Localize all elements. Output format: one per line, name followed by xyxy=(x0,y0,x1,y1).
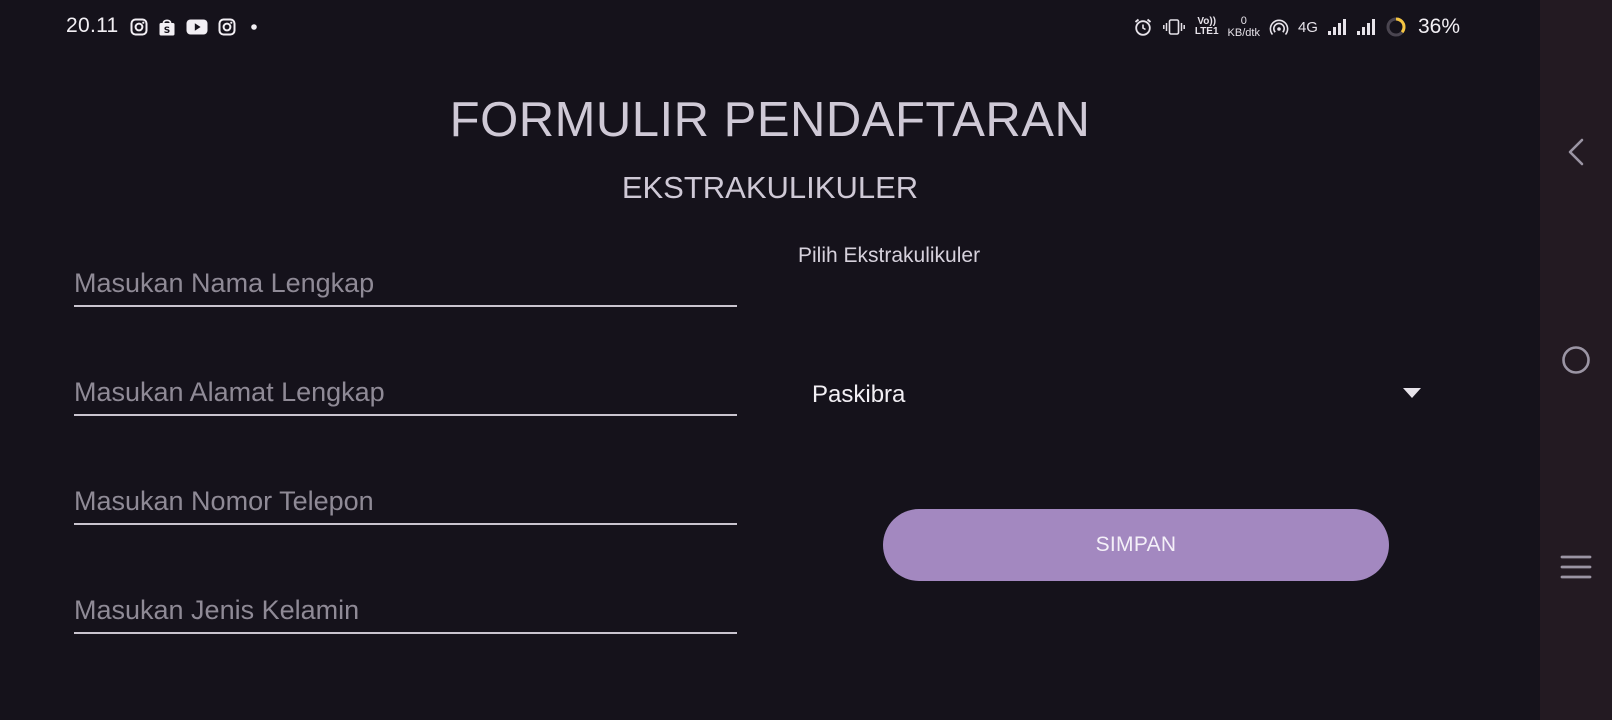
home-button[interactable] xyxy=(1540,330,1612,390)
system-status-icons: Vo)) LTE1 0 KB/dtk 4G 36% xyxy=(1133,12,1460,42)
hotspot-icon xyxy=(1269,17,1289,37)
instagram-icon xyxy=(218,18,236,36)
name-input[interactable] xyxy=(74,247,737,305)
extracurricular-label: Pilih Ekstrakulikuler xyxy=(798,244,981,267)
address-field xyxy=(74,356,737,416)
dot-icon xyxy=(246,19,262,35)
extracurricular-dropdown[interactable]: Paskibra xyxy=(798,364,1448,426)
dropdown-selected-value: Paskibra xyxy=(812,381,906,408)
status-time: 20.11 xyxy=(66,14,119,37)
phone-input[interactable] xyxy=(74,465,737,523)
signal-icon xyxy=(1327,18,1347,36)
alarm-icon xyxy=(1133,17,1153,37)
status-bar: 20.11 S Vo)) LTE1 0 KB/dtk 4G 36% xyxy=(0,0,1540,54)
battery-percent: 36% xyxy=(1417,15,1460,38)
back-button[interactable] xyxy=(1540,122,1612,182)
volte-indicator: Vo)) LTE1 xyxy=(1195,17,1219,37)
notification-icons: S xyxy=(130,16,262,38)
vibrate-icon xyxy=(1162,17,1186,37)
gender-input[interactable] xyxy=(74,574,737,632)
form-subtitle: EKSTRAKULIKULER xyxy=(621,170,919,205)
back-icon xyxy=(1564,137,1588,167)
app-content: 20.11 S Vo)) LTE1 0 KB/dtk 4G 36% FORMUL… xyxy=(0,0,1540,720)
screen: 20.11 S Vo)) LTE1 0 KB/dtk 4G 36% FORMUL… xyxy=(0,0,1612,720)
youtube-icon xyxy=(186,19,208,35)
address-input[interactable] xyxy=(74,356,737,414)
svg-text:S: S xyxy=(164,26,170,36)
signal-icon xyxy=(1356,18,1376,36)
recents-icon xyxy=(1560,553,1592,581)
phone-field xyxy=(74,465,737,525)
shopee-bag-icon: S xyxy=(158,17,176,37)
home-icon xyxy=(1560,344,1592,376)
network-speed: 0 KB/dtk xyxy=(1228,15,1260,39)
network-speed-value: 0 xyxy=(1240,15,1247,27)
gender-field xyxy=(74,574,737,634)
battery-ring-icon xyxy=(1385,16,1407,38)
save-button[interactable]: SIMPAN xyxy=(883,509,1389,581)
recents-button[interactable] xyxy=(1540,537,1612,597)
network-speed-unit: KB/dtk xyxy=(1227,27,1260,39)
name-field xyxy=(74,247,737,307)
chevron-down-icon xyxy=(1403,388,1421,398)
instagram-icon xyxy=(130,18,148,36)
volte-label-bottom: LTE1 xyxy=(1194,26,1219,37)
form-title: FORMULIR PENDAFTARAN xyxy=(449,93,1091,147)
network-type: 4G xyxy=(1297,18,1318,36)
